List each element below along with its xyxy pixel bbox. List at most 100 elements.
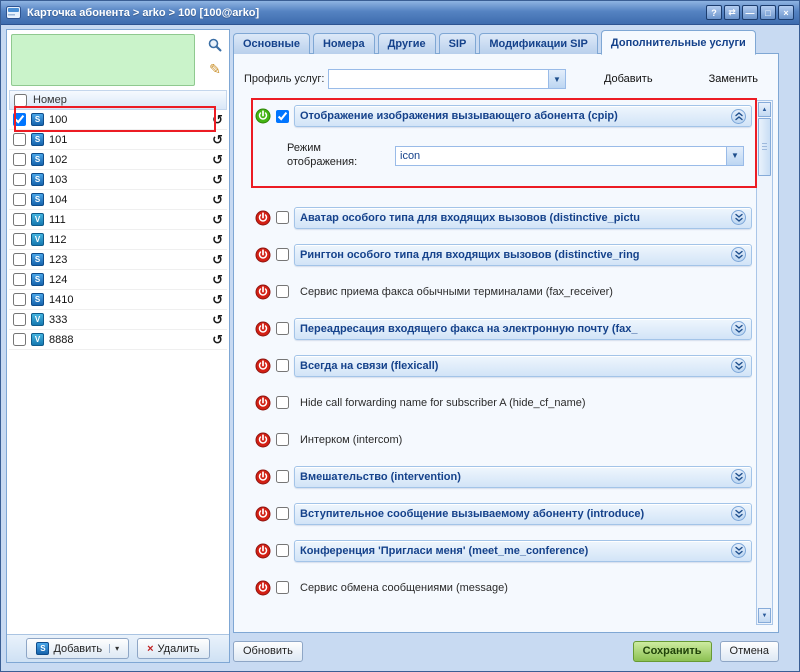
history-icon[interactable]: ↺	[212, 133, 223, 146]
tab-2[interactable]: Номера	[313, 33, 375, 54]
power-off-icon[interactable]	[254, 394, 271, 411]
service-header-bar[interactable]: Аватар особого типа для входящих вызовов…	[294, 207, 752, 229]
number-row-333[interactable]: V333↺	[9, 310, 227, 330]
number-row-112[interactable]: V112↺	[9, 230, 227, 250]
collapse-chevron-icon[interactable]	[731, 109, 746, 124]
titlebar[interactable]: Карточка абонента > arko > 100 [100@arko…	[1, 1, 799, 25]
tab-3[interactable]: Другие	[378, 33, 436, 54]
service-checkbox[interactable]	[276, 359, 289, 372]
tab-5[interactable]: Модификации SIP	[479, 33, 598, 54]
service-row-hide_cf_name[interactable]: Hide call forwarding name for subscriber…	[242, 391, 752, 415]
row-checkbox[interactable]	[13, 273, 26, 286]
power-off-icon[interactable]	[254, 468, 271, 485]
history-icon[interactable]: ↺	[212, 213, 223, 226]
power-off-icon[interactable]	[254, 320, 271, 337]
add-number-button[interactable]: S Добавить ▾	[26, 638, 129, 659]
service-row-cpip[interactable]: Отображение изображения вызывающего абон…	[242, 104, 752, 128]
dropdown-arrow-icon[interactable]: ▼	[548, 70, 565, 88]
add-dropdown-arrow-icon[interactable]: ▾	[109, 644, 119, 653]
row-checkbox[interactable]	[13, 293, 26, 306]
history-icon[interactable]: ↺	[212, 293, 223, 306]
service-checkbox[interactable]	[276, 544, 289, 557]
history-icon[interactable]: ↺	[212, 313, 223, 326]
service-row-message[interactable]: Сервис обмена сообщениями (message)	[242, 576, 752, 600]
expand-chevron-icon[interactable]	[731, 321, 746, 336]
service-row-fax_receiver[interactable]: Сервис приема факса обычными терминалами…	[242, 280, 752, 304]
history-icon[interactable]: ↺	[212, 333, 223, 346]
dropdown-arrow-icon[interactable]: ▼	[726, 147, 743, 165]
service-header-bar[interactable]: Рингтон особого типа для входящих вызово…	[294, 244, 752, 266]
history-icon[interactable]: ↺	[212, 173, 223, 186]
display-mode-select[interactable]: icon▼	[395, 146, 744, 166]
service-row-intervention[interactable]: Вмешательство (intervention)	[242, 465, 752, 489]
service-checkbox[interactable]	[276, 248, 289, 261]
number-row-101[interactable]: S101↺	[9, 130, 227, 150]
number-row-102[interactable]: S102↺	[9, 150, 227, 170]
service-row-fax_[interactable]: Переадресация входящего факса на электро…	[242, 317, 752, 341]
row-checkbox[interactable]	[13, 253, 26, 266]
service-checkbox[interactable]	[276, 507, 289, 520]
tab-4[interactable]: SIP	[439, 33, 477, 54]
number-row-123[interactable]: S123↺	[9, 250, 227, 270]
power-off-icon[interactable]	[254, 246, 271, 263]
service-row-distinctive_pictu[interactable]: Аватар особого типа для входящих вызовов…	[242, 206, 752, 230]
service-checkbox[interactable]	[276, 211, 289, 224]
power-off-icon[interactable]	[254, 542, 271, 559]
service-row-intercom[interactable]: Интерком (intercom)	[242, 428, 752, 452]
service-checkbox[interactable]	[276, 285, 289, 298]
scroll-down-icon[interactable]: ▼	[758, 608, 771, 623]
search-icon[interactable]	[206, 36, 224, 54]
service-header-bar[interactable]: Конференция 'Пригласи меня' (meet_me_con…	[294, 540, 752, 562]
service-row-introduce[interactable]: Вступительное сообщение вызываемому абон…	[242, 502, 752, 526]
service-row-flexicall[interactable]: Всегда на связи (flexicall)	[242, 354, 752, 378]
minimize-button[interactable]: —	[742, 5, 758, 20]
tab-1[interactable]: Основные	[233, 33, 310, 54]
service-profile-select[interactable]: ▼	[328, 69, 566, 89]
services-scrollbar[interactable]: ▲ ▼	[756, 100, 773, 625]
row-checkbox[interactable]	[13, 113, 26, 126]
select-all-checkbox[interactable]	[14, 94, 27, 107]
number-row-104[interactable]: S104↺	[9, 190, 227, 210]
service-checkbox[interactable]	[276, 110, 289, 123]
power-off-icon[interactable]	[254, 431, 271, 448]
row-checkbox[interactable]	[13, 133, 26, 146]
row-checkbox[interactable]	[13, 213, 26, 226]
power-off-icon[interactable]	[254, 209, 271, 226]
filter-input[interactable]	[11, 34, 195, 86]
service-checkbox[interactable]	[276, 322, 289, 335]
profile-replace-button[interactable]: Заменить	[703, 71, 764, 87]
service-checkbox[interactable]	[276, 470, 289, 483]
save-button[interactable]: Сохранить	[633, 641, 712, 662]
service-checkbox[interactable]	[276, 433, 289, 446]
service-row-meet_me_conference[interactable]: Конференция 'Пригласи меня' (meet_me_con…	[242, 539, 752, 563]
service-header-bar[interactable]: Вступительное сообщение вызываемому абон…	[294, 503, 752, 525]
number-row-100[interactable]: S100↺	[9, 110, 227, 130]
number-row-8888[interactable]: V8888↺	[9, 330, 227, 350]
refresh-button[interactable]: Обновить	[233, 641, 303, 662]
service-header-bar[interactable]: Переадресация входящего факса на электро…	[294, 318, 752, 340]
history-icon[interactable]: ↺	[212, 193, 223, 206]
expand-chevron-icon[interactable]	[731, 506, 746, 521]
row-checkbox[interactable]	[13, 233, 26, 246]
power-off-icon[interactable]	[254, 505, 271, 522]
expand-chevron-icon[interactable]	[731, 210, 746, 225]
scrollbar-thumb[interactable]	[758, 118, 771, 176]
cancel-button[interactable]: Отмена	[720, 641, 779, 662]
service-row-distinctive_ring[interactable]: Рингтон особого типа для входящих вызово…	[242, 243, 752, 267]
edit-pencil-icon[interactable]: ✎	[206, 60, 224, 78]
number-row-1410[interactable]: S1410↺	[9, 290, 227, 310]
history-icon[interactable]: ↺	[212, 153, 223, 166]
row-checkbox[interactable]	[13, 153, 26, 166]
service-header-bar[interactable]: Отображение изображения вызывающего абон…	[294, 105, 752, 127]
profile-add-button[interactable]: Добавить	[598, 71, 659, 87]
power-off-icon[interactable]	[254, 283, 271, 300]
row-checkbox[interactable]	[13, 333, 26, 346]
delete-number-button[interactable]: × Удалить	[137, 638, 209, 659]
expand-chevron-icon[interactable]	[731, 358, 746, 373]
help-button[interactable]: ?	[706, 5, 722, 20]
service-checkbox[interactable]	[276, 396, 289, 409]
maximize-button[interactable]: □	[760, 5, 776, 20]
expand-chevron-icon[interactable]	[731, 543, 746, 558]
service-header-bar[interactable]: Вмешательство (intervention)	[294, 466, 752, 488]
history-icon[interactable]: ↺	[212, 233, 223, 246]
